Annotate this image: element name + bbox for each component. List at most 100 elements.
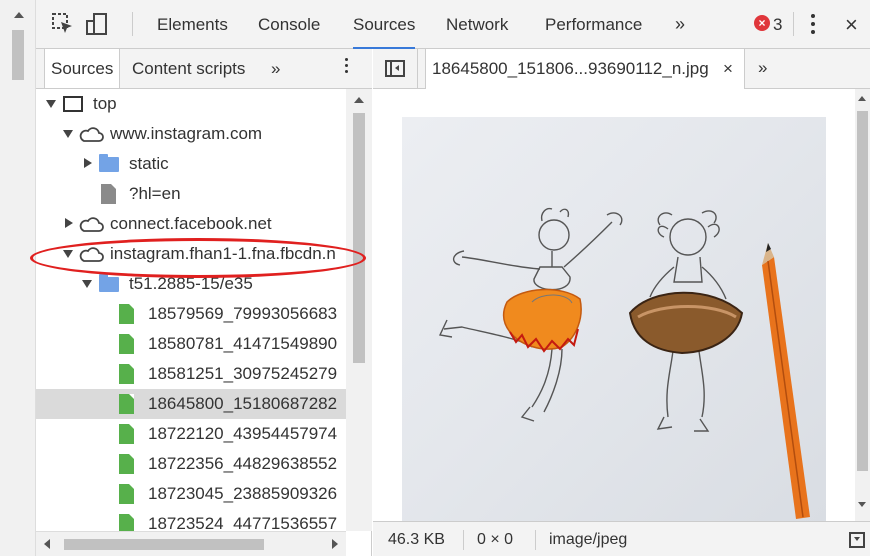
copy-image-url-icon[interactable]	[849, 532, 865, 548]
error-count[interactable]: 3	[773, 0, 782, 48]
scrollbar-thumb[interactable]	[353, 113, 365, 363]
tree-item-label: 18722120_43954457974	[148, 424, 338, 443]
close-tab-icon[interactable]: ×	[723, 49, 733, 89]
cloud-icon	[79, 247, 104, 262]
scroll-up-arrow-icon[interactable]	[858, 96, 866, 101]
customize-menu-icon[interactable]	[811, 14, 815, 38]
folder-icon	[99, 154, 119, 172]
tab-elements[interactable]: Elements	[157, 0, 228, 48]
page-scrollbar[interactable]	[0, 0, 36, 556]
cloud-icon	[79, 127, 104, 142]
image-file-icon	[119, 394, 134, 414]
editor-more-tabs-button[interactable]: »	[758, 49, 767, 87]
open-file-tab[interactable]: 18645800_151806...93690112_n.jpg ×	[425, 49, 745, 89]
navigator-menu-icon[interactable]	[345, 58, 348, 76]
collapse-arrow-icon[interactable]	[84, 158, 92, 168]
tree-item-image[interactable]: 18580781_41471549890	[36, 329, 346, 359]
collapse-arrow-icon[interactable]	[65, 218, 73, 228]
image-file-icon	[119, 364, 134, 384]
tree-item-label: ?hl=en	[129, 184, 181, 203]
scroll-up-arrow-icon[interactable]	[354, 97, 364, 103]
tree-item-label: static	[129, 154, 169, 173]
editor-panel: 18645800_151806...93690112_n.jpg × » 46.…	[373, 49, 870, 556]
tree-item-domain[interactable]: connect.facebook.net	[36, 209, 346, 239]
image-preview	[402, 117, 826, 521]
expand-arrow-icon[interactable]	[46, 100, 56, 108]
toolbar-divider	[132, 12, 133, 36]
tree-item-image[interactable]: 18723524_44771536557	[36, 509, 346, 531]
tab-network[interactable]: Network	[446, 0, 508, 48]
image-file-icon	[119, 514, 134, 531]
close-devtools-button[interactable]: ×	[845, 0, 858, 48]
image-viewer	[373, 89, 870, 521]
tree-item-label: 18723045_23885909326	[148, 484, 338, 503]
tree-item-image[interactable]: 18722120_43954457974	[36, 419, 346, 449]
status-bar: 46.3 KB 0 × 0 image/jpeg	[373, 521, 870, 556]
frame-icon	[63, 96, 83, 112]
navigator-tabs: Sources Content scripts »	[36, 49, 372, 89]
tree-item-label: instagram.fhan1-1.fna.fbcdn.n	[110, 244, 336, 263]
file-tree: top www.instagram.com static ?hl=en conn…	[36, 89, 346, 531]
scroll-down-arrow-icon[interactable]	[858, 502, 866, 507]
tree-item-label: t51.2885-15/e35	[129, 274, 253, 293]
tab-sources[interactable]: Sources	[353, 0, 416, 49]
scroll-up-arrow-icon[interactable]	[14, 12, 24, 18]
devtools-window: Elements Console Sources Network Perform…	[0, 0, 870, 556]
navigator-more-tabs-button[interactable]: »	[271, 49, 280, 88]
scrollbar-thumb[interactable]	[857, 111, 868, 471]
scrollbar-thumb[interactable]	[12, 30, 24, 80]
tab-performance[interactable]: Performance	[545, 0, 642, 48]
tree-item-image-selected[interactable]: 18645800_15180687282	[36, 389, 346, 419]
tree-item-top[interactable]: top	[36, 89, 346, 119]
tree-item-label: top	[93, 94, 117, 113]
mime-type: image/jpeg	[549, 531, 628, 548]
image-dimensions: 0 × 0	[477, 531, 514, 548]
tree-item-label: 18723524_44771536557	[148, 514, 338, 531]
tree-item-label: 18580781_41471549890	[148, 334, 338, 353]
scroll-right-arrow-icon[interactable]	[332, 539, 338, 549]
inspect-element-icon[interactable]	[52, 13, 74, 35]
tree-item-image[interactable]: 18723045_23885909326	[36, 479, 346, 509]
tree-item-label: www.instagram.com	[110, 124, 263, 143]
tab-divider	[417, 49, 418, 89]
tree-item-label: 18581251_30975245279	[148, 364, 338, 383]
tree-item-file[interactable]: ?hl=en	[36, 179, 346, 209]
tree-item-label: connect.facebook.net	[110, 214, 272, 233]
tree-item-folder[interactable]: t51.2885-15/e35	[36, 269, 346, 299]
viewer-vertical-scrollbar[interactable]	[855, 89, 870, 521]
navigator-panel: Sources Content scripts » top www.instag…	[36, 49, 372, 556]
devtools-toolbar: Elements Console Sources Network Perform…	[36, 0, 870, 49]
tab-console[interactable]: Console	[258, 0, 320, 48]
scroll-left-arrow-icon[interactable]	[44, 539, 50, 549]
image-file-icon	[119, 424, 134, 444]
image-file-icon	[119, 484, 134, 504]
tree-item-image[interactable]: 18579569_79993056683	[36, 299, 346, 329]
tree-item-image[interactable]: 18722356_44829638552	[36, 449, 346, 479]
toggle-navigator-icon[interactable]	[385, 60, 405, 77]
expand-arrow-icon[interactable]	[82, 280, 92, 288]
folder-icon	[99, 274, 119, 292]
image-file-icon	[119, 334, 134, 354]
expand-arrow-icon[interactable]	[63, 250, 73, 258]
file-size: 46.3 KB	[388, 531, 445, 548]
cloud-icon	[79, 217, 104, 232]
navigator-vertical-scrollbar[interactable]	[346, 89, 372, 531]
editor-tabs: 18645800_151806...93690112_n.jpg × »	[373, 49, 870, 89]
tab-content-scripts[interactable]: Content scripts	[132, 49, 245, 88]
expand-arrow-icon[interactable]	[63, 130, 73, 138]
tree-item-domain[interactable]: instagram.fhan1-1.fna.fbcdn.n	[36, 239, 346, 269]
tree-item-folder[interactable]: static	[36, 149, 346, 179]
error-icon[interactable]: ×	[754, 15, 770, 31]
more-tabs-button[interactable]: »	[675, 0, 685, 48]
navigator-horizontal-scrollbar[interactable]	[36, 531, 346, 556]
device-toolbar-icon[interactable]	[86, 13, 108, 35]
status-divider	[463, 530, 464, 550]
file-icon	[101, 184, 116, 204]
scrollbar-thumb[interactable]	[64, 539, 264, 550]
tree-item-image[interactable]: 18581251_30975245279	[36, 359, 346, 389]
image-file-icon	[119, 454, 134, 474]
tab-navigator-sources[interactable]: Sources	[44, 49, 121, 88]
toolbar-divider	[793, 12, 794, 36]
drawing-image	[438, 207, 810, 519]
tree-item-domain[interactable]: www.instagram.com	[36, 119, 346, 149]
